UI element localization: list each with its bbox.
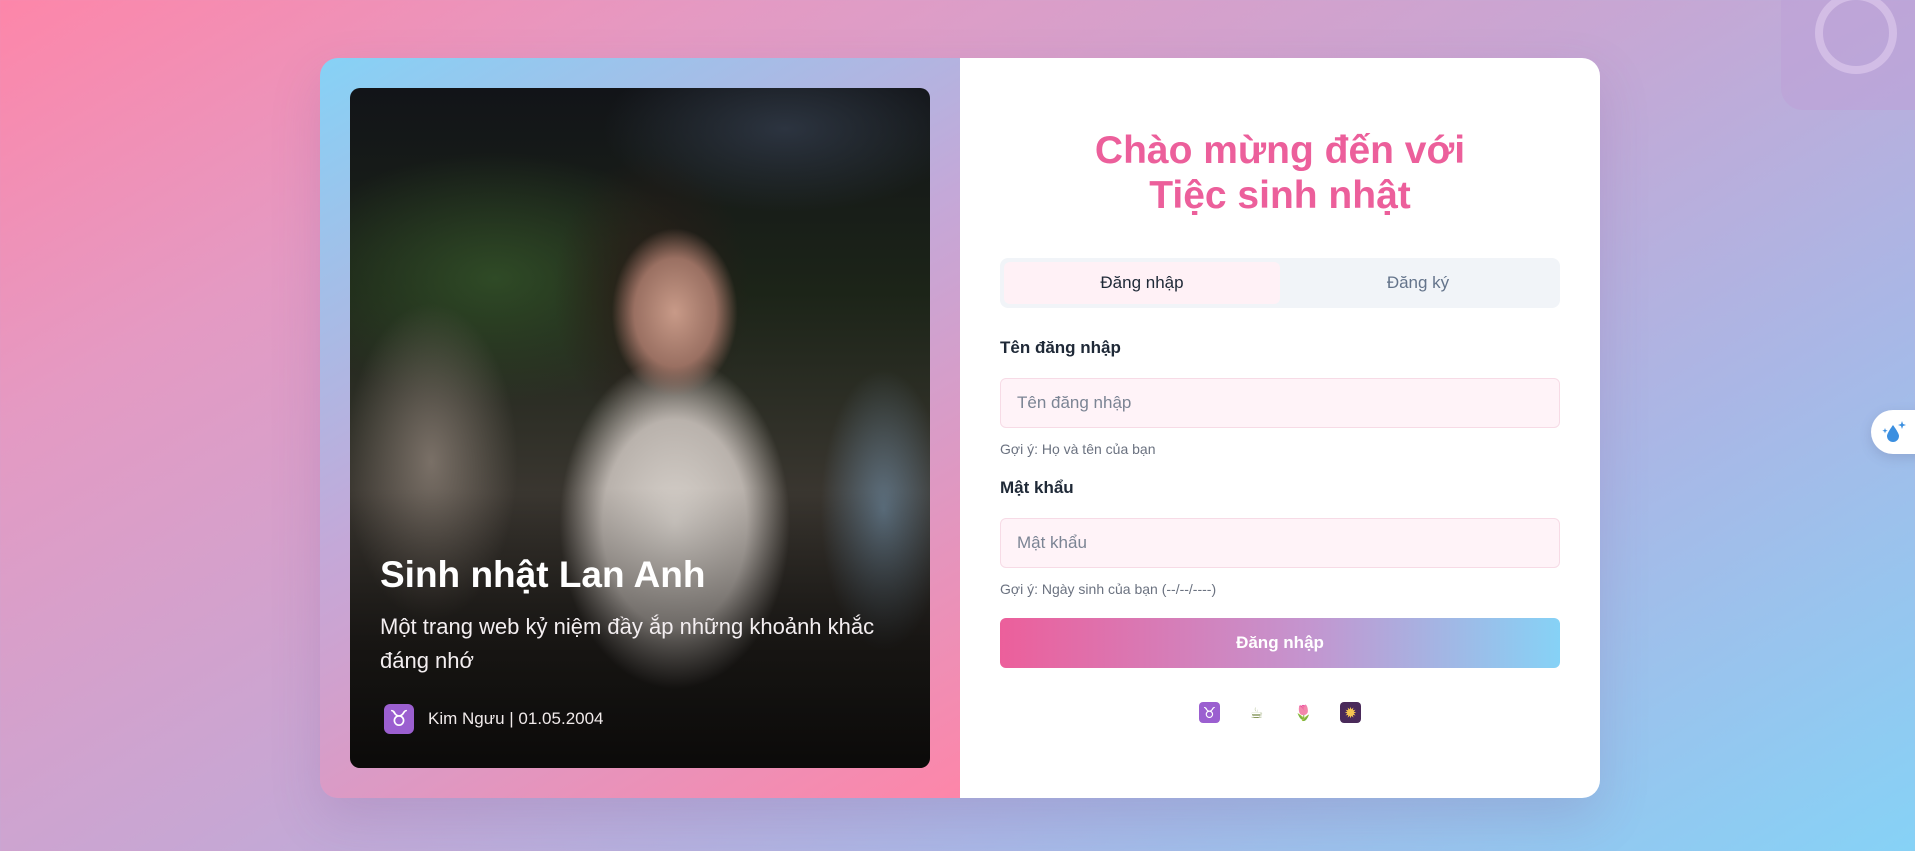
login-button[interactable]: Đăng nhập [1000,618,1560,668]
droplet-sparkle-icon [1882,421,1906,442]
password-label: Mật khẩu [1000,478,1074,497]
tulip-icon: 🌷 [1293,702,1314,723]
taurus-icon: ♉ [384,704,414,734]
login-panel: Chào mừng đến với Tiệc sinh nhật Đăng nh… [960,58,1600,798]
username-input[interactable] [1000,378,1560,428]
birthday-meta: Kim Ngưu | 01.05.2004 [428,709,604,728]
tab-login[interactable]: Đăng nhập [1004,262,1280,304]
tea-icon: ☕ [1246,702,1267,723]
auth-tabs: Đăng nhập Đăng ký [1000,258,1560,308]
login-card: Sinh nhật Lan Anh Một trang web kỷ niệm … [320,58,1600,798]
username-hint: Gợi ý: Họ và tên của bạn [1000,441,1156,457]
tab-register[interactable]: Đăng ký [1280,262,1556,304]
sparkle-icon: ✹ [1340,702,1361,723]
hero-meta: ♉ Kim Ngưu | 01.05.2004 [384,704,604,734]
decorative-icon-row: ♉ ☕ 🌷 ✹ [960,702,1600,723]
taurus-icon: ♉ [1199,702,1220,723]
welcome-line-1: Chào mừng đến với [1094,129,1466,172]
welcome-heading: Chào mừng đến với Tiệc sinh nhật [960,128,1600,218]
hero-panel: Sinh nhật Lan Anh Một trang web kỷ niệm … [320,58,960,798]
password-hint: Gợi ý: Ngày sinh của bạn (--/--/----) [1000,581,1217,597]
hero-photo: Sinh nhật Lan Anh Một trang web kỷ niệm … [350,88,930,768]
hero-subtitle: Một trang web kỷ niệm đầy ắp những khoản… [380,614,875,673]
password-input[interactable] [1000,518,1560,568]
welcome-line-2: Tiệc sinh nhật [1149,174,1411,217]
hero-title: Sinh nhật Lan Anh [380,554,706,595]
floating-effect-button[interactable] [1871,410,1915,454]
username-label: Tên đăng nhập [1000,338,1121,357]
